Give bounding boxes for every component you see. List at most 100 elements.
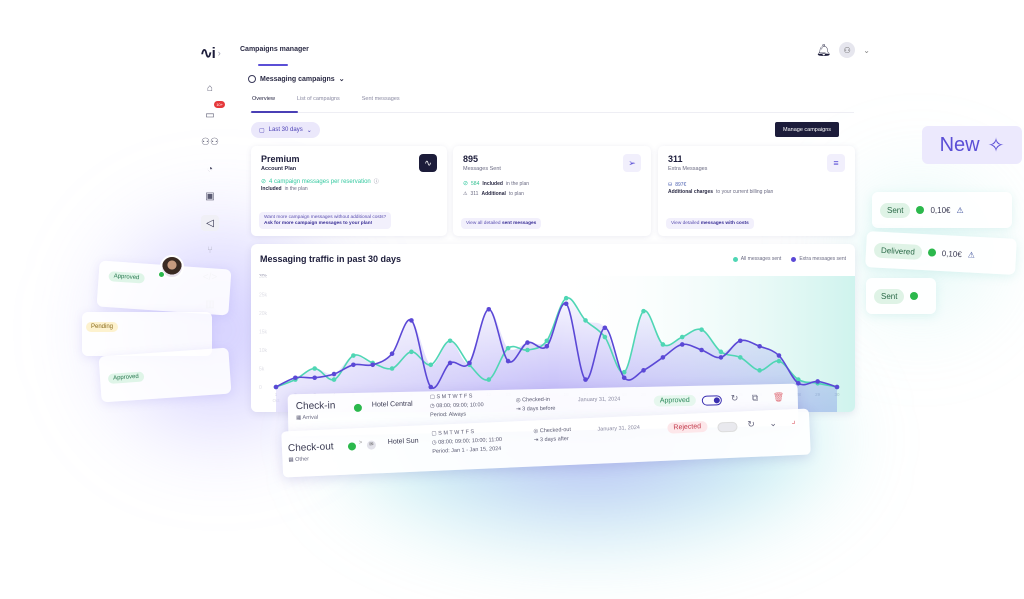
view-costs-link[interactable]: View detailed messages with costs [666,218,754,229]
legend-label: Extra messages sent [799,256,846,262]
data-point-extra-messages[interactable] [602,325,608,331]
data-point-all-messages[interactable] [718,349,724,355]
data-point-extra-messages[interactable] [583,377,588,382]
duplicate-icon[interactable]: ⧉ [752,392,759,403]
data-point-extra-messages[interactable] [273,384,279,390]
check-circle-icon: ⊘ [261,179,267,185]
data-point-extra-messages[interactable] [293,375,298,381]
delete-icon[interactable]: 🗑︎ [773,392,785,403]
data-point-all-messages[interactable] [699,327,704,332]
trigger-label: Checked-out [539,426,572,435]
data-point-all-messages[interactable] [776,358,782,364]
data-point-all-messages[interactable] [641,308,646,314]
status-badge: Approved [108,271,145,284]
user-avatar-button[interactable]: ⚇ [839,42,856,58]
data-point-all-messages[interactable] [583,318,588,323]
data-point-all-messages[interactable] [737,355,743,360]
data-point-extra-messages[interactable] [351,362,356,368]
data-point-all-messages[interactable] [525,347,530,353]
upgrade-plan-link[interactable]: Want more campaign messages without addi… [259,212,392,229]
data-point-extra-messages[interactable] [331,371,337,377]
sidebar-item-design[interactable]: ◔ [201,161,219,177]
data-point-extra-messages[interactable] [486,307,492,312]
data-point-all-messages[interactable] [409,349,414,355]
data-point-extra-messages[interactable] [834,384,840,390]
history-icon[interactable]: ↻ [747,419,755,430]
data-point-extra-messages[interactable] [428,384,434,390]
data-point-all-messages[interactable] [389,366,395,371]
data-point-extra-messages[interactable] [544,344,550,349]
data-point-extra-messages[interactable] [757,344,762,349]
data-point-extra-messages[interactable] [737,338,743,344]
weekdays: ▢ S M T W T F S [431,428,501,437]
sidebar-item-home[interactable]: ⌂ [201,80,219,96]
data-point-extra-messages[interactable] [447,360,453,366]
trigger-label: Checked-in [522,396,551,404]
sidebar-item-campaigns[interactable]: ◁ [201,215,219,231]
calendar-icon: ▢ [259,127,265,134]
data-point-all-messages[interactable] [312,366,317,371]
data-point-all-messages[interactable] [486,377,492,382]
link-prefix: View detailed [671,221,700,226]
message-status-card: Sent [866,278,936,314]
data-point-extra-messages[interactable] [679,342,685,347]
sidebar-item-guests[interactable]: ⚇⚇ [201,134,219,150]
sidebar-item-messages[interactable]: ▭ 10+ [201,101,225,123]
data-point-extra-messages[interactable] [312,375,317,381]
data-point-extra-messages[interactable] [641,368,646,373]
enable-toggle[interactable] [717,421,738,433]
data-point-extra-messages[interactable] [409,318,414,323]
data-point-extra-messages[interactable] [505,358,511,364]
legend-item-extra[interactable]: Extra messages sent [791,256,846,262]
tab-overview[interactable]: Overview [252,96,275,102]
tab-list-of-campaigns[interactable]: List of campaigns [297,96,340,102]
data-point-extra-messages[interactable] [525,340,530,345]
included-rest: in the plan [505,180,530,187]
link-prefix: View all detailed [466,221,501,226]
status-badge: Rejected [667,420,708,434]
chevron-down-icon[interactable]: ⌄ [863,46,870,55]
sidebar-item-bot[interactable]: ▣ [201,188,219,204]
data-point-all-messages[interactable] [447,338,453,344]
at-icon [248,75,256,83]
data-point-extra-messages[interactable] [660,355,666,360]
category-label: Other [295,456,310,463]
list-add-icon: ≡ [827,154,845,172]
data-point-all-messages[interactable] [660,342,666,347]
data-point-extra-messages[interactable] [370,362,376,368]
data-point-extra-messages[interactable] [776,353,782,358]
plan-included-line: ⊘ 4 campaign messages per reservation ⓘ [261,178,437,186]
data-point-extra-messages[interactable] [389,351,395,356]
data-point-extra-messages[interactable] [815,379,820,384]
message-cost: 0,10€ [941,248,963,259]
data-point-all-messages[interactable] [428,362,434,368]
notification-bell-icon[interactable]: 🔔︎ [816,43,831,57]
logo[interactable]: ∿i › [200,44,221,62]
data-point-all-messages[interactable] [351,353,356,358]
data-point-extra-messages[interactable] [563,301,569,307]
duplicate-icon[interactable]: ⌄ [769,418,777,429]
history-icon[interactable]: ↻ [731,393,739,404]
extra-cost: 897€ [675,182,687,188]
delete-icon[interactable]: ⌟ [791,415,796,426]
data-point-all-messages[interactable] [505,345,511,351]
data-point-all-messages[interactable] [331,377,337,382]
tab-sent-messages[interactable]: Sent messages [362,96,400,102]
enable-toggle[interactable] [701,395,722,406]
section-selector[interactable]: Messaging campaigns ⌄ [248,75,345,83]
legend-item-all[interactable]: All messages sent [732,256,781,262]
date-range-select[interactable]: ▢ Last 30 days ⌄ [251,122,320,138]
data-point-extra-messages[interactable] [467,360,472,366]
sidebar-item-flows[interactable]: ⑂ [201,242,219,258]
data-point-all-messages[interactable] [602,334,608,340]
data-point-all-messages[interactable] [563,295,569,301]
data-point-extra-messages[interactable] [718,355,724,360]
manage-campaigns-button[interactable]: Manage campaigns [775,122,840,137]
view-sent-messages-link[interactable]: View all detailed sent messages [461,218,542,229]
data-point-extra-messages[interactable] [699,347,704,353]
data-point-all-messages[interactable] [757,368,762,373]
data-point-extra-messages[interactable] [621,375,627,381]
data-point-all-messages[interactable] [679,334,685,340]
status-badge: Pending [86,322,119,332]
info-icon[interactable]: ⓘ [374,178,379,185]
